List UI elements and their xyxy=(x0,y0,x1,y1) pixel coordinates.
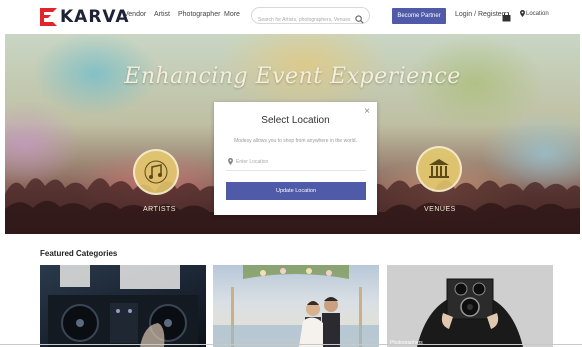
search-icon[interactable] xyxy=(355,11,364,24)
venues-badge[interactable] xyxy=(416,146,462,192)
nav-item-artist[interactable]: Artist xyxy=(154,11,170,18)
become-partner-button[interactable]: Become Partner xyxy=(392,8,446,24)
modal-title: Select Location xyxy=(261,115,330,126)
logo[interactable]: KARVA xyxy=(40,7,130,27)
location-label: Location xyxy=(526,10,549,17)
karva-logo-icon xyxy=(40,8,58,26)
nav-item-more[interactable]: More xyxy=(224,11,240,18)
update-location-button[interactable]: Update Location xyxy=(226,182,366,200)
category-card-label: Photographers xyxy=(390,340,423,346)
location-pin-icon xyxy=(520,10,525,17)
music-note-icon xyxy=(144,160,168,184)
category-card-wedding[interactable] xyxy=(213,265,379,347)
category-card-dj[interactable] xyxy=(40,265,206,347)
shopping-bag-icon[interactable] xyxy=(502,9,511,22)
dj-turntable-image xyxy=(48,265,198,347)
logo-text: KARVA xyxy=(60,7,130,27)
nav-item-photographer[interactable]: Photographer xyxy=(178,11,220,18)
hero-title: Enhancing Event Experience xyxy=(124,64,461,89)
location-input-wrapper xyxy=(226,154,366,171)
location-pin-icon xyxy=(228,158,233,165)
search-input[interactable] xyxy=(252,12,352,28)
select-location-modal: × Select Location Modesy allows you to s… xyxy=(214,102,377,215)
artists-label: ARTISTS xyxy=(143,206,176,213)
featured-categories-heading: Featured Categories xyxy=(40,249,118,258)
wedding-couple-image xyxy=(213,265,379,347)
modal-subtitle: Modesy allows you to shop from anywhere … xyxy=(234,138,357,144)
photographer-camera-image xyxy=(387,265,553,347)
venues-label: VENUES xyxy=(424,206,456,213)
location-input[interactable] xyxy=(236,156,361,168)
nav-item-vendor[interactable]: Vendor xyxy=(124,11,146,18)
search-bar xyxy=(251,7,370,28)
divider xyxy=(0,344,582,345)
building-icon xyxy=(429,159,449,178)
login-register-link[interactable]: Login / Register xyxy=(455,11,504,18)
category-card-photographers[interactable]: Photographers xyxy=(387,265,553,347)
site-header: KARVA Vendor Artist Photographer More Be… xyxy=(0,0,582,33)
location-selector[interactable]: Location xyxy=(520,10,549,17)
artists-badge[interactable] xyxy=(133,149,179,195)
